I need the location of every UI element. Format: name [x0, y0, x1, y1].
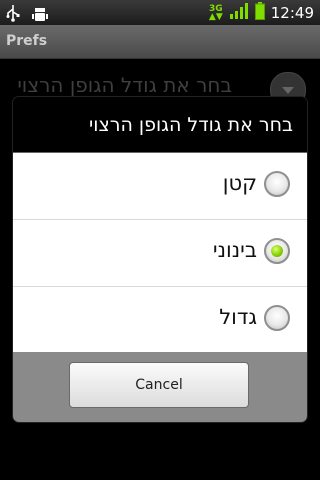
- cancel-button[interactable]: Cancel: [69, 362, 249, 408]
- usb-icon: [6, 4, 20, 26]
- clock: 12:49: [270, 3, 314, 22]
- status-bar-notifications: [6, 3, 50, 27]
- option-label: בינוני: [212, 238, 257, 262]
- list-item-small[interactable]: קטן: [13, 153, 307, 219]
- app-title-bar: Prefs: [0, 25, 320, 59]
- list-item-medium[interactable]: בינוני: [13, 220, 307, 286]
- signal-icon: [229, 2, 249, 24]
- app-title: Prefs: [6, 33, 48, 49]
- debug-icon: [30, 3, 50, 27]
- radio-selected-indicator: [271, 245, 283, 257]
- network-type-label: 3G: [209, 3, 223, 14]
- network-3g-icon: 3G ▲▼: [208, 3, 223, 22]
- dialog-header: בחר את גודל הגופן הרצוי: [13, 97, 307, 153]
- list-item-large[interactable]: גדול: [13, 287, 307, 353]
- radio-button-medium[interactable]: [264, 238, 290, 264]
- status-bar: 3G ▲▼ 12:49: [0, 0, 320, 25]
- option-label: גדול: [219, 305, 257, 329]
- battery-icon: [254, 1, 265, 24]
- font-size-dialog: בחר את גודל הגופן הרצוי קטן בינוני גדול …: [13, 97, 307, 422]
- radio-button-large[interactable]: [264, 305, 290, 331]
- radio-button-small[interactable]: [264, 171, 290, 197]
- preference-label: בחר את גודל הגופן הרצוי: [17, 73, 232, 97]
- option-label: קטן: [222, 171, 257, 195]
- options-list: קטן בינוני גדול: [13, 153, 307, 353]
- status-bar-indicators: 3G ▲▼ 12:49: [209, 0, 314, 25]
- dialog-footer: Cancel: [13, 352, 307, 422]
- dialog-title: בחר את גודל הגופן הרצוי: [89, 114, 293, 136]
